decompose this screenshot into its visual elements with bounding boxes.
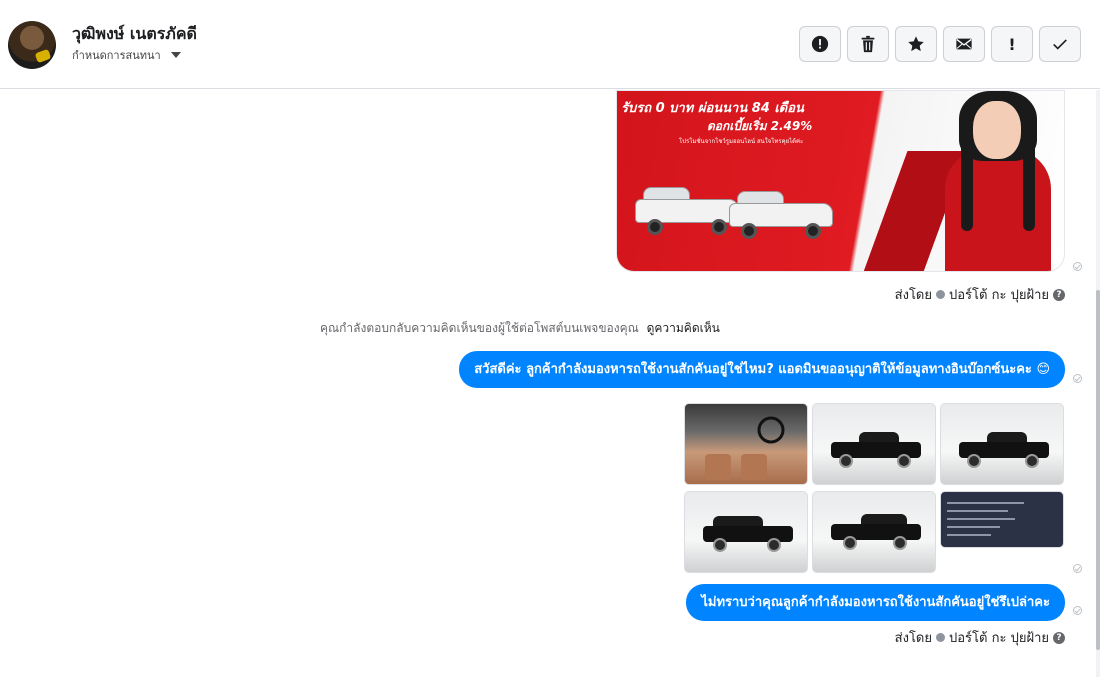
car-photo-interior[interactable] bbox=[684, 403, 808, 485]
sent-by-prefix: ส่งโดย bbox=[894, 631, 932, 646]
avatar[interactable] bbox=[8, 21, 56, 69]
steering-wheel-icon bbox=[705, 416, 785, 480]
truck-illustration bbox=[729, 191, 833, 239]
trash-icon bbox=[861, 35, 875, 53]
car-photo-rear[interactable] bbox=[684, 491, 808, 573]
car-wheel bbox=[897, 454, 911, 468]
sender-name[interactable]: ปอร์โต้ กะ ปุยฝ้าย bbox=[949, 284, 1049, 305]
seen-icon bbox=[1073, 374, 1082, 383]
alert-circle-icon bbox=[811, 35, 829, 53]
mark-unread-button[interactable] bbox=[943, 26, 985, 62]
delete-button[interactable] bbox=[847, 26, 889, 62]
mark-spam-button[interactable] bbox=[799, 26, 841, 62]
scrollbar-thumb[interactable] bbox=[1096, 290, 1100, 650]
check-icon bbox=[1053, 39, 1067, 50]
spec-line bbox=[947, 510, 1008, 512]
post-ad-image[interactable]: รับรถ 0 บาท ผ่อนนาน 84 เดือน ดอกเบี้ยเริ… bbox=[616, 90, 1065, 272]
car-wheel bbox=[967, 454, 981, 468]
car-wheel bbox=[767, 538, 781, 552]
verified-badge-icon bbox=[936, 290, 945, 299]
car-silhouette bbox=[831, 432, 921, 468]
message-bubble[interactable]: ไม่ทราบว่าคุณลูกค้ากำลังมองหารถใช้งานสัก… bbox=[686, 584, 1065, 621]
envelope-icon bbox=[956, 38, 972, 50]
seen-icon bbox=[1073, 262, 1082, 271]
sent-by-prefix: ส่งโดย bbox=[894, 288, 932, 303]
spec-line bbox=[947, 502, 1024, 504]
caret-down-icon bbox=[170, 52, 181, 58]
message-bubble[interactable]: สวัสดีค่ะ ลูกค้ากำลังมองหารถใช้งานสักคัน… bbox=[459, 351, 1065, 388]
car-silhouette bbox=[959, 432, 1049, 468]
help-icon[interactable]: ? bbox=[1053, 631, 1065, 644]
car-spec-sheet[interactable] bbox=[940, 491, 1064, 548]
car-silhouette bbox=[703, 516, 793, 552]
sent-by-info: ส่งโดย ปอร์โต้ กะ ปุยฝ้าย ? bbox=[895, 284, 1065, 305]
truck-wheel bbox=[741, 223, 757, 239]
car-wheel bbox=[713, 538, 727, 552]
model-face bbox=[973, 101, 1021, 159]
conversation-header: วุฒิพงษ์ เนตรภัคดี กำหนดการสนทนา ! bbox=[0, 0, 1100, 89]
model-braid bbox=[1023, 141, 1035, 231]
view-comment-link[interactable]: ดูความคิดเห็น bbox=[647, 321, 720, 335]
spec-lines bbox=[947, 496, 1057, 542]
car-wheel bbox=[843, 536, 857, 550]
spec-line bbox=[947, 534, 991, 536]
conversation-actions-dropdown[interactable]: กำหนดการสนทนา bbox=[72, 46, 181, 64]
truck-illustration bbox=[635, 187, 739, 235]
sent-by-info: ส่งโดย ปอร์โต้ กะ ปุยฝ้าย ? bbox=[895, 627, 1065, 648]
seen-icon bbox=[1073, 564, 1082, 573]
truck-wheel bbox=[647, 219, 663, 235]
verified-badge-icon bbox=[936, 633, 945, 642]
conversation-toolbar: ! bbox=[799, 26, 1081, 62]
exclamation-icon: ! bbox=[1008, 34, 1016, 54]
ad-headline: รับรถ 0 บาท ผ่อนนาน 84 เดือน bbox=[621, 101, 804, 116]
avatar-glint bbox=[34, 48, 52, 64]
car-wheel bbox=[1025, 454, 1039, 468]
contact-name[interactable]: วุฒิพงษ์ เนตรภัคดี bbox=[72, 22, 197, 47]
car-photo-front[interactable] bbox=[812, 491, 936, 573]
follow-up-button[interactable]: ! bbox=[991, 26, 1033, 62]
truck-wheel bbox=[805, 223, 821, 239]
model-photo bbox=[939, 91, 1057, 271]
ad-interest-rate: ดอกเบี้ยเริ่ม 2.49% bbox=[707, 119, 813, 133]
model-braid bbox=[961, 141, 973, 231]
star-icon bbox=[908, 36, 924, 52]
car-wheel bbox=[893, 536, 907, 550]
ad-fineprint: โปรโมชั่นจากโชว์รูมออนไลน์ สนใจโทรคุยได้… bbox=[679, 138, 804, 145]
truck-wheel bbox=[711, 219, 727, 235]
spec-line bbox=[947, 526, 1000, 528]
reply-notice-text: คุณกำลังตอบกลับความคิดเห็นของผู้ใช้ต่อโพ… bbox=[320, 321, 639, 335]
help-icon[interactable]: ? bbox=[1053, 288, 1065, 301]
reply-context-notice: คุณกำลังตอบกลับความคิดเห็นของผู้ใช้ต่อโพ… bbox=[320, 319, 720, 338]
conversation-actions-label: กำหนดการสนทนา bbox=[72, 49, 161, 62]
mark-done-button[interactable] bbox=[1039, 26, 1081, 62]
sender-name[interactable]: ปอร์โต้ กะ ปุยฝ้าย bbox=[949, 627, 1049, 648]
car-photo-side[interactable] bbox=[812, 403, 936, 485]
spec-line bbox=[947, 518, 1016, 520]
car-photo-side-2[interactable] bbox=[940, 403, 1064, 485]
car-silhouette bbox=[831, 514, 921, 550]
car-wheel bbox=[839, 454, 853, 468]
star-button[interactable] bbox=[895, 26, 937, 62]
seen-icon bbox=[1073, 606, 1082, 615]
